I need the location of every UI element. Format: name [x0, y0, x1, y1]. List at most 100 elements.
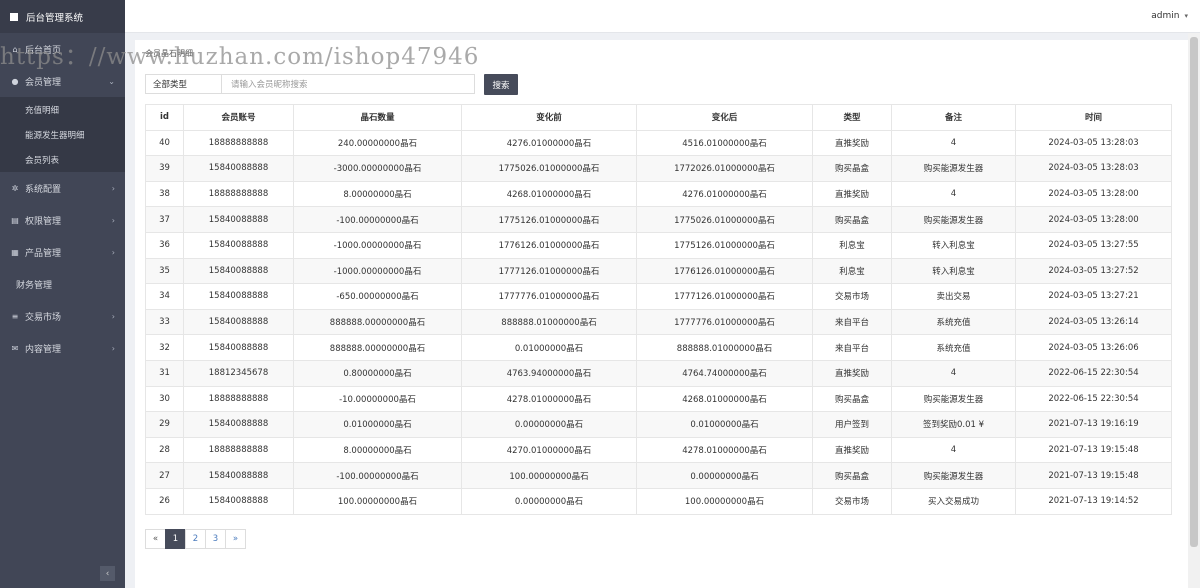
- table-row: 29 15840088888 0.01000000晶石 0.00000000晶石 0.0…: [145, 411, 1172, 438]
- table-cell: 交易市场: [812, 487, 892, 515]
- table-cell: 15840088888: [183, 283, 294, 310]
- table-cell: 27: [145, 462, 184, 489]
- column-header: 变化前: [461, 104, 637, 131]
- table-body: 40 18888888888 240.00000000晶石 4276.01000000…: [145, 129, 1172, 515]
- sidebar-subitem-member-list[interactable]: 会员列表: [0, 147, 125, 172]
- table-cell: 4268.01000000晶石: [461, 180, 637, 208]
- table-cell: 100.00000000晶石: [461, 462, 637, 489]
- table-cell: 4268.01000000晶石: [636, 385, 813, 413]
- column-header: 时间: [1015, 104, 1172, 131]
- table-row: 28 18888888888 8.00000000晶石 4270.01000000晶石…: [145, 436, 1172, 464]
- table-cell: 15840088888: [183, 334, 294, 361]
- cog-icon: ✲: [11, 183, 19, 193]
- type-select[interactable]: 全部类型: [145, 74, 222, 94]
- table-row: 35 15840088888 -1000.00000000晶石 1777126.010…: [145, 257, 1172, 285]
- table-cell: 直推奖励: [812, 129, 892, 157]
- sidebar-item-finance[interactable]: 财务管理: [0, 268, 125, 300]
- filter-bar: 全部类型 请输入会员昵称搜索 搜索: [145, 74, 518, 95]
- user-menu[interactable]: admin ▾: [1151, 11, 1188, 21]
- bars-icon: ≡: [11, 311, 19, 321]
- table-cell: 买入交易成功: [891, 487, 1016, 515]
- table-cell: 888888.00000000晶石: [293, 334, 462, 361]
- table-cell: 4763.94000000晶石: [461, 359, 637, 387]
- sidebar-item-content[interactable]: ✉ 内容管理 ›: [0, 332, 125, 364]
- sidebar-subitem-generator[interactable]: 能源发生器明细: [0, 122, 125, 147]
- sidebar-item-market[interactable]: ≡ 交易市场 ›: [0, 300, 125, 332]
- table-cell: 购买能源发生器: [891, 155, 1016, 182]
- column-header: 会员账号: [183, 104, 294, 131]
- table-cell: 2021-07-13 19:16:19: [1015, 411, 1172, 438]
- table-cell: 15840088888: [183, 411, 294, 438]
- chevron-down-icon: ⌄: [108, 76, 115, 86]
- sidebar-brand[interactable]: 后台管理系统: [0, 0, 125, 33]
- page-prev-button[interactable]: «: [145, 529, 166, 549]
- table-cell: 卖出交易: [891, 283, 1016, 310]
- sidebar-collapse-button[interactable]: ‹: [100, 566, 115, 581]
- table-cell: -650.00000000晶石: [293, 283, 462, 310]
- table-cell: 2024-03-05 13:27:21: [1015, 283, 1172, 310]
- sidebar-item-products[interactable]: ▦ 产品管理 ›: [0, 236, 125, 268]
- table-cell: 直推奖励: [812, 436, 892, 464]
- sidebar-item-members[interactable]: ● 会员管理 ⌄: [0, 65, 125, 97]
- user-icon: ●: [11, 76, 19, 86]
- table-cell: 2024-03-05 13:26:14: [1015, 308, 1172, 336]
- logo-icon: [10, 12, 18, 21]
- search-button[interactable]: 搜索: [484, 74, 518, 95]
- table-cell: 直推奖励: [812, 359, 892, 387]
- table-cell: -1000.00000000晶石: [293, 231, 462, 259]
- table-cell: 33: [145, 308, 184, 336]
- table-cell: 1776126.01000000晶石: [461, 231, 637, 259]
- table-cell: 1775026.01000000晶石: [461, 155, 637, 182]
- table-cell: 888888.01000000晶石: [636, 334, 813, 361]
- page-button-2[interactable]: 2: [185, 529, 206, 549]
- table-row: 32 15840088888 888888.00000000晶石 0.01000000…: [145, 334, 1172, 361]
- page-button-3[interactable]: 3: [205, 529, 226, 549]
- column-header: 变化后: [636, 104, 813, 131]
- table-cell: 1776126.01000000晶石: [636, 257, 813, 285]
- sidebar-item-permissions[interactable]: ▤ 权限管理 ›: [0, 204, 125, 236]
- table-cell: 4516.01000000晶石: [636, 129, 813, 157]
- sidebar-subitem-recharge[interactable]: 充值明细: [0, 97, 125, 122]
- sidebar-item-system[interactable]: ✲ 系统配置 ›: [0, 172, 125, 204]
- table-cell: 18888888888: [183, 129, 294, 157]
- table-row: 34 15840088888 -650.00000000晶石 1777776.0100…: [145, 283, 1172, 310]
- panel-title: 会员晶石明细: [145, 49, 193, 58]
- list-icon: ▤: [11, 215, 19, 225]
- table-cell: 转入利息宝: [891, 231, 1016, 259]
- table-cell: 4: [891, 359, 1016, 387]
- page-scrollbar[interactable]: [1188, 33, 1200, 588]
- table-cell: 2021-07-13 19:15:48: [1015, 436, 1172, 464]
- table-cell: 18812345678: [183, 359, 294, 387]
- table-cell: 购买能源发生器: [891, 385, 1016, 413]
- table-header-row: id 会员账号 晶石数量 变化前 变化后 类型 备注 时间: [145, 104, 1172, 131]
- table-row: 30 18888888888 -10.00000000晶石 4278.01000000…: [145, 385, 1172, 413]
- table-cell: 4278.01000000晶石: [636, 436, 813, 464]
- table-cell: 100.00000000晶石: [636, 487, 813, 515]
- table-cell: 4: [891, 180, 1016, 208]
- sidebar-item-label: 后台首页: [25, 45, 62, 56]
- table-cell: 2021-07-13 19:14:52: [1015, 487, 1172, 515]
- table-cell: 37: [145, 206, 184, 233]
- chevron-right-icon: ›: [111, 311, 115, 321]
- table-cell: 0.00000000晶石: [461, 411, 637, 438]
- table-cell: 38: [145, 180, 184, 208]
- page-next-button[interactable]: »: [225, 529, 246, 549]
- scrollbar-thumb[interactable]: [1190, 37, 1198, 547]
- search-input[interactable]: 请输入会员昵称搜索: [222, 74, 475, 94]
- page-button-1[interactable]: 1: [165, 529, 186, 549]
- table-cell: 8.00000000晶石: [293, 436, 462, 464]
- table-row: 37 15840088888 -100.00000000晶石 1775126.0100…: [145, 206, 1172, 233]
- table-cell: 4278.01000000晶石: [461, 385, 637, 413]
- table-cell: 2024-03-05 13:28:03: [1015, 155, 1172, 182]
- table-cell: 8.00000000晶石: [293, 180, 462, 208]
- sidebar-item-label: 权限管理: [25, 216, 62, 227]
- table-cell: -3000.00000000晶石: [293, 155, 462, 182]
- chevron-right-icon: ›: [111, 247, 115, 257]
- table-row: 38 18888888888 8.00000000晶石 4268.01000000晶石…: [145, 180, 1172, 208]
- table-cell: 40: [145, 129, 184, 157]
- table-cell: 1775126.01000000晶石: [636, 231, 813, 259]
- sidebar-item-home[interactable]: ⌂ 后台首页: [0, 33, 125, 65]
- table-row: 39 15840088888 -3000.00000000晶石 1775026.010…: [145, 155, 1172, 182]
- table-cell: 18888888888: [183, 385, 294, 413]
- table-cell: 2024-03-05 13:28:03: [1015, 129, 1172, 157]
